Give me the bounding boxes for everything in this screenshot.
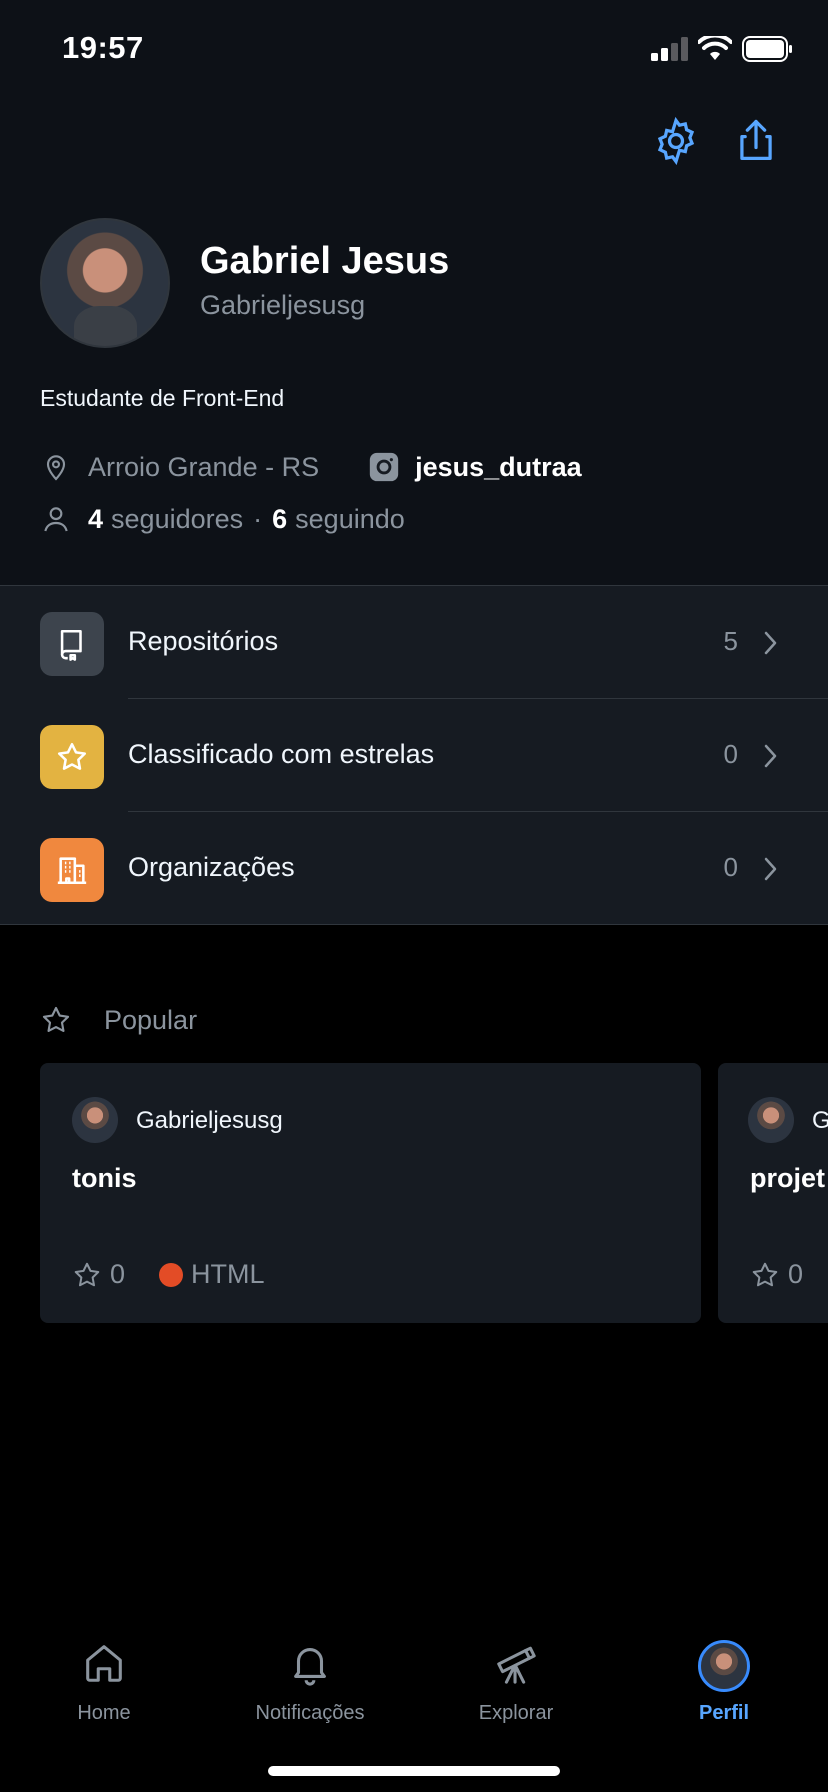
star-icon bbox=[752, 1262, 778, 1286]
bell-icon bbox=[294, 1648, 326, 1686]
popular-title: Popular bbox=[104, 1004, 198, 1035]
profile-header: 19:57 Gabriel Jesus Gabrieljesusg Estuda… bbox=[0, 0, 828, 585]
menu-item-count: 0 bbox=[723, 739, 738, 769]
repo-stats: 0 HTML bbox=[72, 1259, 265, 1290]
organization-icon-tile bbox=[40, 838, 104, 902]
repo-icon bbox=[60, 629, 82, 661]
repo-owner: Gabrieljesusg bbox=[812, 1107, 828, 1134]
profile-name: Gabriel Jesus bbox=[200, 240, 450, 282]
telescope-icon bbox=[497, 1646, 536, 1684]
repo-name: tonis bbox=[72, 1163, 137, 1193]
star-icon bbox=[57, 742, 87, 770]
tab-home[interactable]: Home bbox=[4, 1640, 204, 1725]
share-icon bbox=[740, 119, 772, 160]
popular-repo-card[interactable]: Gabrieljesusg tonis 0 HTML bbox=[40, 1063, 701, 1323]
profile-meta-row: Arroio Grande - RS jesus_dutraa bbox=[40, 450, 582, 484]
tab-label: Notificações bbox=[255, 1702, 365, 1724]
profile-bio: Estudante de Front-End bbox=[40, 385, 285, 411]
star-icon-tile bbox=[40, 725, 104, 789]
menu-item-repositories[interactable]: Repositórios 5 bbox=[0, 586, 828, 698]
status-time: 19:57 bbox=[62, 30, 144, 65]
following-label: seguindo bbox=[295, 503, 405, 534]
location-icon bbox=[46, 455, 66, 481]
tab-label: Home bbox=[77, 1702, 131, 1724]
home-indicator bbox=[268, 1766, 560, 1776]
repo-stars: 0 bbox=[788, 1259, 804, 1289]
share-button[interactable] bbox=[730, 115, 782, 167]
chevron-right-icon bbox=[764, 857, 777, 881]
avatar bbox=[40, 218, 170, 348]
home-icon bbox=[86, 1645, 122, 1682]
repo-language: HTML bbox=[191, 1259, 265, 1289]
organization-icon bbox=[57, 857, 87, 885]
signal-icon bbox=[651, 37, 688, 61]
tab-label: Perfil bbox=[698, 1702, 750, 1724]
instagram-icon bbox=[369, 452, 399, 482]
separator: · bbox=[253, 503, 263, 534]
status-icons bbox=[650, 36, 794, 62]
chevron-right-icon bbox=[764, 631, 777, 655]
menu-item-starred[interactable]: Classificado com estrelas 0 bbox=[0, 699, 828, 811]
popular-section-header: Popular bbox=[40, 1004, 197, 1036]
wifi-icon bbox=[698, 36, 732, 60]
menu-item-count: 5 bbox=[723, 626, 738, 656]
chevron-right-icon bbox=[764, 744, 777, 768]
menu-item-label: Repositórios bbox=[128, 626, 279, 656]
repo-stars: 0 bbox=[110, 1259, 126, 1289]
profile-menu: Repositórios 5 Classificado com estrelas… bbox=[0, 585, 828, 925]
battery-icon bbox=[742, 36, 792, 62]
profile-login: Gabrieljesusg bbox=[200, 290, 366, 320]
followers-count: 4 bbox=[88, 503, 104, 534]
repo-owner: Gabrieljesusg bbox=[136, 1107, 283, 1134]
avatar bbox=[698, 1640, 750, 1692]
repo-stats: 0 bbox=[750, 1259, 803, 1290]
menu-item-organizations[interactable]: Organizações 0 bbox=[0, 812, 828, 924]
owner-avatar bbox=[72, 1097, 118, 1143]
settings-button[interactable] bbox=[650, 115, 702, 167]
person-icon bbox=[44, 507, 68, 532]
tab-explore[interactable]: Explorar bbox=[416, 1640, 616, 1725]
menu-item-count: 0 bbox=[723, 852, 738, 882]
tab-notifications[interactable]: Notificações bbox=[210, 1640, 410, 1725]
location-text: Arroio Grande - RS bbox=[88, 451, 320, 482]
star-icon bbox=[42, 1006, 70, 1032]
following-count: 6 bbox=[272, 503, 288, 534]
repo-name: projet bbox=[750, 1163, 826, 1193]
owner-avatar bbox=[748, 1097, 794, 1143]
tab-profile[interactable]: Perfil bbox=[624, 1640, 824, 1725]
gear-icon bbox=[657, 116, 695, 166]
menu-item-label: Organizações bbox=[128, 852, 295, 882]
tab-label: Explorar bbox=[478, 1702, 554, 1724]
repo-icon-tile bbox=[40, 612, 104, 676]
language-color-dot bbox=[159, 1262, 184, 1287]
followers-row[interactable]: 4 seguidores · 6 seguindo bbox=[40, 503, 405, 535]
instagram-link[interactable]: jesus_dutraa bbox=[415, 452, 582, 483]
popular-repo-card[interactable]: Gabrieljesusg projet 0 bbox=[718, 1063, 828, 1323]
followers-label: seguidores bbox=[111, 503, 244, 534]
star-icon bbox=[74, 1262, 100, 1286]
menu-item-label: Classificado com estrelas bbox=[128, 739, 435, 769]
